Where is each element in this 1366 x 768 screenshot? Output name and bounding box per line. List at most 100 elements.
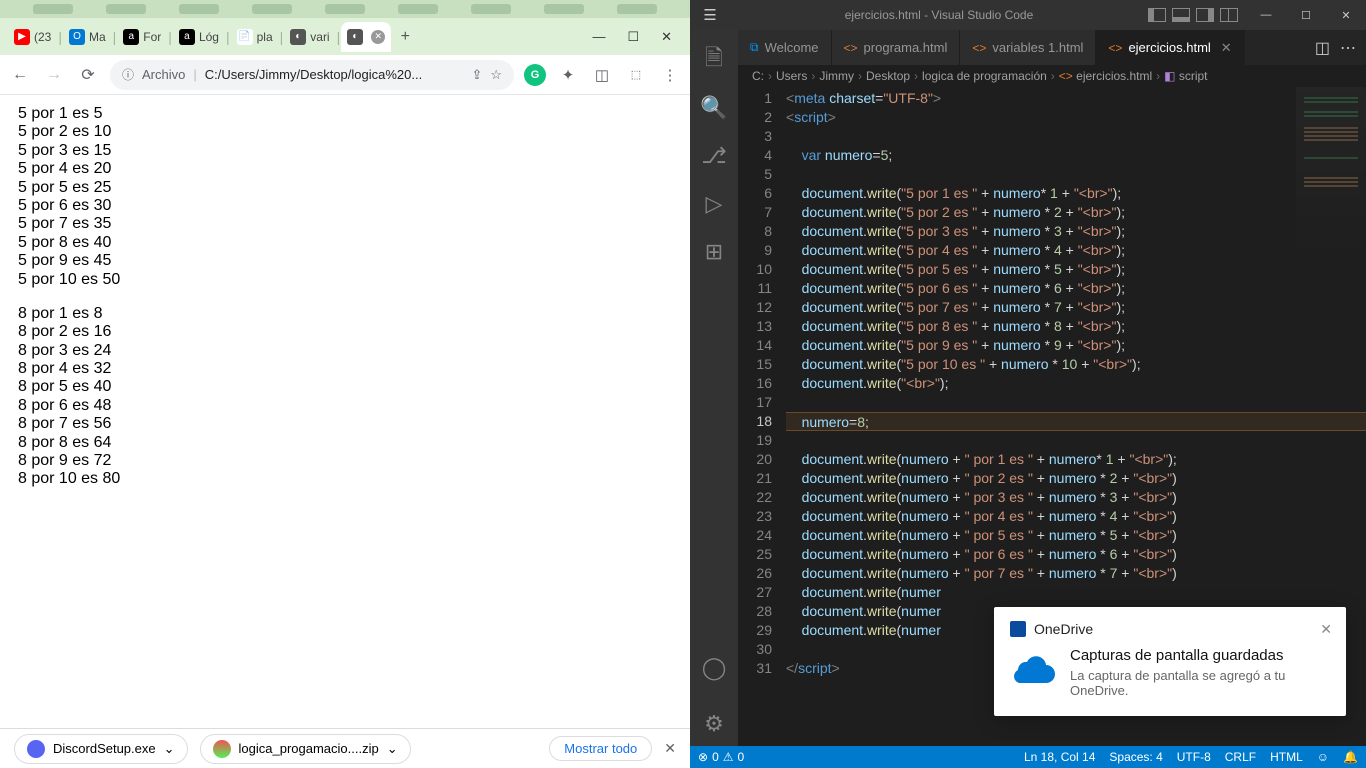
- split-editor-icon[interactable]: ◫: [1315, 38, 1330, 58]
- breadcrumb-item[interactable]: Jimmy: [819, 69, 854, 83]
- close-shelf-icon[interactable]: ✕: [664, 740, 676, 757]
- feedback-icon[interactable]: ☺: [1317, 750, 1329, 764]
- layout-bottom-icon[interactable]: [1172, 8, 1190, 22]
- cursor-position[interactable]: Ln 18, Col 14: [1024, 750, 1095, 764]
- breadcrumb-item[interactable]: ◧ script: [1164, 69, 1207, 83]
- more-icon[interactable]: ⋯: [1340, 38, 1356, 58]
- problems-indicator[interactable]: ⊗0 ⚠0: [698, 750, 744, 764]
- code-line[interactable]: <meta charset="UTF-8">: [786, 89, 1366, 108]
- browser-tab[interactable]: ▶(23: [8, 22, 57, 52]
- code-line[interactable]: [786, 393, 1366, 412]
- breadcrumb-item[interactable]: Desktop: [866, 69, 910, 83]
- breadcrumb-item[interactable]: Users: [776, 69, 807, 83]
- code-line[interactable]: document.write(numero + " por 1 es " + n…: [786, 450, 1366, 469]
- explorer-icon[interactable]: 🗎: [690, 38, 738, 82]
- breadcrumb-item[interactable]: <> ejercicios.html: [1059, 69, 1152, 83]
- code-line[interactable]: document.write(numero + " por 6 es " + n…: [786, 545, 1366, 564]
- close-icon[interactable]: ✕: [1320, 621, 1332, 638]
- download-item[interactable]: DiscordSetup.exe ⌄: [14, 734, 188, 764]
- source-control-icon[interactable]: ⎇: [690, 134, 738, 178]
- profile-icon[interactable]: ⬚: [624, 63, 648, 87]
- layout-icons[interactable]: [1148, 8, 1246, 22]
- code-line[interactable]: document.write(numer: [786, 583, 1366, 602]
- layout-split-icon[interactable]: [1220, 8, 1238, 22]
- menu-icon[interactable]: ⋮: [658, 63, 682, 87]
- code-line[interactable]: [786, 431, 1366, 450]
- back-button[interactable]: ←: [8, 63, 32, 87]
- extensions-icon[interactable]: ⊞: [690, 230, 738, 274]
- win-minimize-icon[interactable]: —: [592, 29, 605, 44]
- lang-status[interactable]: HTML: [1270, 750, 1303, 764]
- code-line[interactable]: document.write(numero + " por 7 es " + n…: [786, 564, 1366, 583]
- forward-button[interactable]: →: [42, 63, 66, 87]
- editor-tab[interactable]: ⧉Welcome: [738, 30, 832, 65]
- onedrive-toast[interactable]: ✕ OneDrive Capturas de pantalla guardada…: [994, 607, 1346, 716]
- run-debug-icon[interactable]: ▷: [690, 182, 738, 226]
- extensions-icon[interactable]: ✦: [556, 63, 580, 87]
- code-line[interactable]: numero=8;: [786, 412, 1366, 431]
- code-line[interactable]: document.write("5 por 10 es " + numero *…: [786, 355, 1366, 374]
- grammarly-icon[interactable]: G: [524, 64, 546, 86]
- close-tab-icon[interactable]: ✕: [1221, 40, 1232, 56]
- accounts-icon[interactable]: ◯: [690, 646, 738, 690]
- editor-tab[interactable]: <>ejercicios.html✕: [1096, 30, 1244, 65]
- code-line[interactable]: [786, 165, 1366, 184]
- code-line[interactable]: document.write("5 por 3 es " + numero * …: [786, 222, 1366, 241]
- download-item[interactable]: logica_progamacio....zip ⌄: [200, 734, 411, 764]
- search-icon[interactable]: 🔍: [690, 86, 738, 130]
- status-bar: ⊗0 ⚠0 Ln 18, Col 14 Spaces: 4 UTF-8 CRLF…: [690, 746, 1366, 768]
- win-minimize-icon[interactable]: —: [1246, 0, 1286, 30]
- indent-status[interactable]: Spaces: 4: [1109, 750, 1162, 764]
- code-line[interactable]: [786, 127, 1366, 146]
- code-line[interactable]: document.write(numero + " por 2 es " + n…: [786, 469, 1366, 488]
- win-maximize-icon[interactable]: ☐: [1286, 0, 1326, 30]
- code-line[interactable]: document.write("5 por 6 es " + numero * …: [786, 279, 1366, 298]
- browser-tab[interactable]: ◐vari: [284, 22, 335, 52]
- settings-gear-icon[interactable]: ⚙: [690, 702, 738, 746]
- share-icon[interactable]: ⇪: [471, 67, 482, 83]
- code-line[interactable]: document.write(numero + " por 5 es " + n…: [786, 526, 1366, 545]
- win-close-icon[interactable]: ✕: [1326, 0, 1366, 30]
- code-line[interactable]: document.write("<br>");: [786, 374, 1366, 393]
- code-line[interactable]: document.write("5 por 1 es " + numero* 1…: [786, 184, 1366, 203]
- layout-right-icon[interactable]: [1196, 8, 1214, 22]
- code-line[interactable]: document.write("5 por 9 es " + numero * …: [786, 336, 1366, 355]
- browser-tab[interactable]: 📄pla: [231, 22, 279, 52]
- hamburger-icon[interactable]: ☰: [690, 6, 730, 24]
- layout-left-icon[interactable]: [1148, 8, 1166, 22]
- sidepanel-icon[interactable]: ◫: [590, 63, 614, 87]
- tab-title: For: [143, 30, 161, 44]
- breadcrumbs[interactable]: C:›Users›Jimmy›Desktop›logica de program…: [738, 65, 1366, 87]
- close-tab-icon[interactable]: ✕: [371, 30, 385, 44]
- win-maximize-icon[interactable]: ☐: [627, 29, 639, 45]
- win-close-icon[interactable]: ✕: [661, 29, 672, 45]
- star-icon[interactable]: ☆: [490, 67, 502, 83]
- eol-status[interactable]: CRLF: [1225, 750, 1256, 764]
- chevron-down-icon[interactable]: ⌄: [387, 741, 398, 757]
- browser-tab[interactable]: ◐✕: [341, 22, 391, 52]
- code-line[interactable]: document.write("5 por 2 es " + numero * …: [786, 203, 1366, 222]
- address-bar[interactable]: ⓘ Archivo | C:/Users/Jimmy/Desktop/logic…: [110, 60, 514, 90]
- code-line[interactable]: document.write("5 por 4 es " + numero * …: [786, 241, 1366, 260]
- code-line[interactable]: <script>: [786, 108, 1366, 127]
- code-line[interactable]: document.write("5 por 8 es " + numero * …: [786, 317, 1366, 336]
- code-line[interactable]: document.write(numero + " por 3 es " + n…: [786, 488, 1366, 507]
- editor-tab[interactable]: <>programa.html: [832, 30, 961, 65]
- browser-tab[interactable]: OMa: [63, 22, 112, 52]
- minimap[interactable]: [1296, 87, 1366, 267]
- code-line[interactable]: document.write("5 por 7 es " + numero * …: [786, 298, 1366, 317]
- notifications-icon[interactable]: 🔔: [1343, 750, 1358, 764]
- breadcrumb-item[interactable]: logica de programación: [922, 69, 1047, 83]
- show-all-downloads[interactable]: Mostrar todo: [549, 736, 652, 761]
- browser-tab[interactable]: aFor: [117, 22, 167, 52]
- breadcrumb-item[interactable]: C:: [752, 69, 764, 83]
- new-tab-button[interactable]: +: [391, 23, 419, 51]
- code-line[interactable]: document.write("5 por 5 es " + numero * …: [786, 260, 1366, 279]
- reload-button[interactable]: ⟳: [76, 63, 100, 87]
- code-line[interactable]: document.write(numero + " por 4 es " + n…: [786, 507, 1366, 526]
- browser-tab[interactable]: aLóg: [173, 22, 225, 52]
- code-line[interactable]: var numero=5;: [786, 146, 1366, 165]
- editor-tab[interactable]: <>variables 1.html: [960, 30, 1096, 65]
- chevron-down-icon[interactable]: ⌄: [164, 741, 175, 757]
- encoding-status[interactable]: UTF-8: [1177, 750, 1211, 764]
